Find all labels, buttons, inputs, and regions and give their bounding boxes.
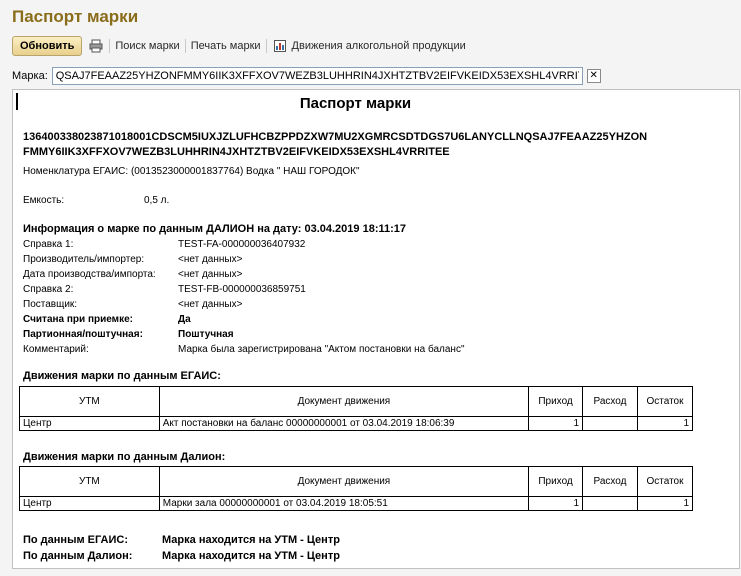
column-header: Остаток [636, 466, 694, 497]
chart-icon [272, 38, 288, 54]
info-value: <нет данных> [178, 254, 243, 265]
column-header: Приход [528, 466, 584, 497]
table-cell: Марки зала 00000000001 от 03.04.2019 18:… [158, 496, 530, 511]
info-value: Да [178, 314, 191, 325]
table-cell: 1 [636, 496, 694, 511]
table-cell [582, 496, 638, 511]
egais-heading: Движения марки по данным ЕГАИС: [23, 370, 221, 382]
table-row: Центр Акт постановки на баланс 000000000… [19, 416, 694, 431]
refresh-button[interactable]: Обновить [12, 36, 83, 56]
column-header: Расход [582, 386, 638, 417]
table-cell: Центр [19, 496, 160, 511]
capacity-value: 0,5 л. [144, 195, 170, 206]
capacity-label: Емкость: [23, 195, 65, 206]
column-header: Остаток [636, 386, 694, 417]
table-header-row: УТМ Документ движения Приход Расход Оста… [19, 466, 694, 497]
info-label: Партионная/поштучная: [23, 329, 143, 340]
print-mark-button[interactable]: Печать марки [191, 40, 261, 52]
dalion-movements-table: УТМ Документ движения Приход Расход Оста… [19, 466, 694, 511]
column-header: Документ движения [158, 386, 530, 417]
info-label: Дата производства/импорта: [23, 269, 156, 280]
column-header: УТМ [19, 386, 160, 417]
column-header: Документ движения [158, 466, 530, 497]
table-cell: Центр [19, 416, 160, 431]
table-cell [582, 416, 638, 431]
info-value: TEST-FB-000000036859751 [178, 284, 306, 295]
info-label: Справка 2: [23, 284, 74, 295]
table-cell: 1 [528, 496, 584, 511]
marka-row: Марка: ✕ [12, 67, 601, 85]
window-title: Паспорт марки [12, 7, 139, 26]
column-header: УТМ [19, 466, 160, 497]
table-cell: 1 [636, 416, 694, 431]
info-heading: Информация о марке по данным ДАЛИОН на д… [23, 223, 407, 235]
info-label: Считана при приемке: [23, 314, 133, 325]
mark-code-line: FMMY6IIK3XFFXOV7WEZB3LUHHRIN4JXHTZTBV2EI… [23, 146, 450, 158]
search-mark-button[interactable]: Поиск марки [115, 40, 179, 52]
toolbar-separator [109, 39, 111, 53]
info-value: <нет данных> [178, 299, 243, 310]
passport-document[interactable]: Паспорт марки 136400338023871018001CDSCM… [12, 89, 740, 569]
info-label: Справка 1: [23, 239, 74, 250]
summary-label: По данным ЕГАИС: [23, 534, 128, 546]
info-value: <нет данных> [178, 269, 243, 280]
info-value: Марка была зарегистрирована "Актом поста… [178, 344, 465, 355]
printer-icon[interactable] [88, 38, 104, 54]
summary-value: Марка находится на УТМ - Центр [162, 550, 340, 562]
info-label: Комментарий: [23, 344, 89, 355]
toolbar-separator [265, 39, 267, 53]
table-header-row: УТМ Документ движения Приход Расход Оста… [19, 386, 694, 417]
clear-icon[interactable]: ✕ [586, 69, 601, 83]
table-row: Центр Марки зала 00000000001 от 03.04.20… [19, 496, 694, 511]
toolbar-separator [184, 39, 186, 53]
info-label: Поставщик: [23, 299, 78, 310]
egais-movements-table: УТМ Документ движения Приход Расход Оста… [19, 386, 694, 431]
mark-code-line: 136400338023871018001CDSCM5IUXJZLUFHCBZP… [23, 131, 648, 143]
summary-value: Марка находится на УТМ - Центр [162, 534, 340, 546]
nomenclature: Номенклатура ЕГАИС: (0013523000001837764… [23, 166, 360, 177]
passport-window: Паспорт марки Обновить Поиск марки Печат… [0, 0, 741, 576]
table-cell: 1 [528, 416, 584, 431]
info-label: Производитель/импортер: [23, 254, 145, 265]
info-value: TEST-FA-000000036407932 [178, 239, 306, 250]
marka-label: Марка: [12, 70, 48, 82]
info-value: Поштучная [178, 329, 234, 340]
dalion-heading: Движения марки по данным Далион: [23, 451, 226, 463]
document-title: Паспорт марки [299, 95, 412, 112]
mark-code: 136400338023871018001CDSCM5IUXJZLUFHCBZP… [23, 130, 703, 160]
table-cell: Акт постановки на баланс 00000000001 от … [158, 416, 530, 431]
marka-input[interactable] [51, 67, 583, 85]
column-header: Расход [582, 466, 638, 497]
column-header: Приход [528, 386, 584, 417]
alcohol-movements-button[interactable]: Движения алкогольной продукции [292, 40, 466, 52]
toolbar: Обновить Поиск марки Печать марки Движен… [12, 36, 466, 56]
summary-label: По данным Далион: [23, 550, 133, 562]
